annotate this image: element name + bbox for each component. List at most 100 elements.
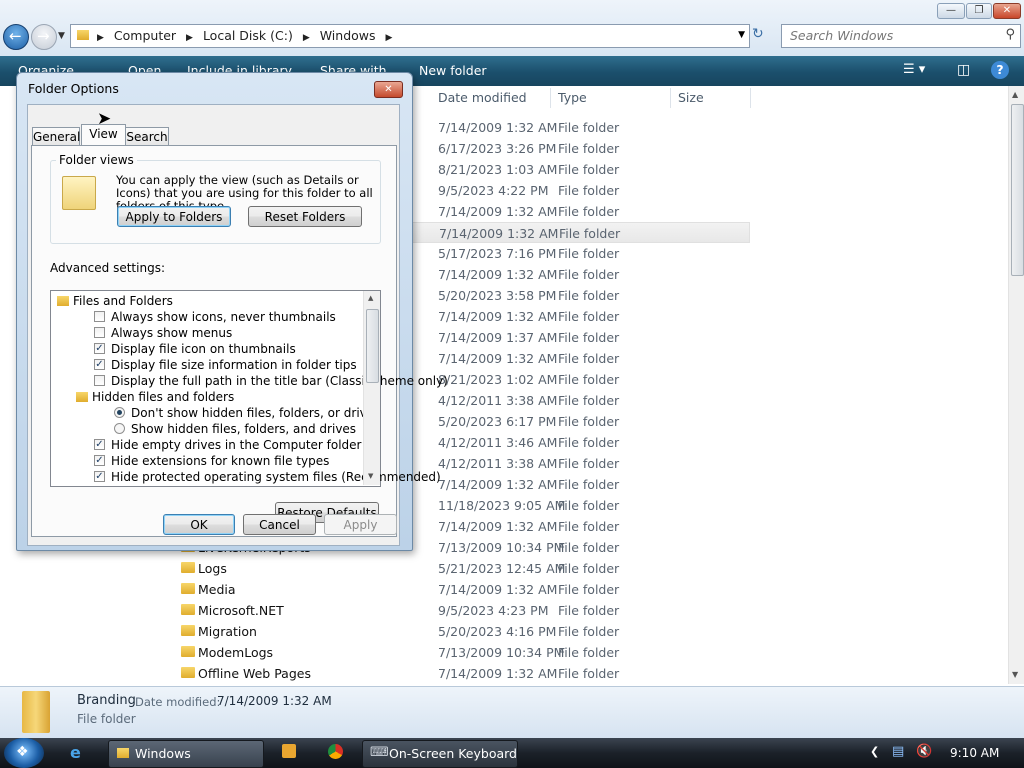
advanced-setting-item[interactable]: Show hidden files, folders, and drives — [51, 421, 363, 437]
taskbar-item-windows[interactable]: Windows — [108, 740, 264, 768]
radio-button[interactable] — [114, 423, 125, 434]
advanced-setting-item[interactable]: ✓ Hide empty drives in the Computer folde… — [51, 437, 363, 453]
advanced-setting-label: Files and Folders — [73, 294, 173, 308]
advanced-setting-item[interactable]: Always show icons, never thumbnails — [51, 309, 363, 325]
file-date: 7/14/2009 1:32 AM — [438, 309, 558, 324]
media-player-icon[interactable] — [282, 744, 296, 758]
file-type: File folder — [558, 351, 620, 366]
scroll-thumb[interactable] — [366, 309, 379, 383]
file-type: File folder — [558, 456, 620, 471]
apply-to-folders-button[interactable]: Apply to Folders — [117, 206, 231, 227]
scroll-up-icon[interactable]: ▲ — [368, 294, 373, 302]
column-date-modified[interactable]: Date modified — [438, 90, 527, 105]
start-button[interactable]: ❖ — [4, 738, 44, 768]
views-icon[interactable]: ☰ ▾ — [903, 62, 925, 77]
address-dropdown-icon[interactable]: ▼ — [738, 30, 745, 40]
recent-pages-dropdown-icon[interactable]: ▼ — [58, 31, 65, 41]
breadcrumb-windows[interactable]: Windows — [320, 28, 376, 43]
file-row[interactable]: Microsoft.NET 9/5/2023 4:23 PM File folder — [170, 600, 750, 621]
refresh-icon[interactable]: ↻ — [752, 26, 764, 42]
file-date: 5/17/2023 7:16 PM — [438, 246, 557, 261]
volume-muted-icon[interactable]: 🔇 — [916, 744, 932, 759]
file-row[interactable]: Media 7/14/2009 1:32 AM File folder — [170, 579, 750, 600]
close-window-button[interactable]: ✕ — [993, 3, 1021, 19]
file-row[interactable]: Offline Web Pages 7/14/2009 1:32 AM File f… — [170, 663, 750, 684]
file-date: 5/20/2023 3:58 PM — [438, 288, 557, 303]
advanced-setting-label: Display the full path in the title bar (… — [111, 374, 448, 388]
new-folder-button[interactable]: New folder — [419, 63, 487, 78]
checkbox[interactable] — [94, 311, 105, 322]
tab-search[interactable]: Search — [125, 127, 169, 146]
forward-button[interactable]: → — [31, 24, 57, 50]
file-date: 7/13/2009 10:34 PM — [438, 645, 565, 660]
network-icon[interactable]: ▤ — [892, 744, 904, 759]
advanced-setting-item[interactable]: Always show menus — [51, 325, 363, 341]
vertical-scrollbar[interactable]: ▲ ▼ — [1008, 86, 1024, 684]
ok-button[interactable]: OK — [163, 514, 235, 535]
scroll-up-icon[interactable]: ▲ — [1012, 90, 1018, 99]
chrome-icon[interactable] — [328, 744, 343, 759]
reset-folders-button[interactable]: Reset Folders — [248, 206, 362, 227]
advanced-setting-item[interactable]: ✓ Hide extensions for known file types — [51, 453, 363, 469]
file-name: Microsoft.NET — [198, 603, 284, 618]
column-divider[interactable] — [550, 88, 551, 108]
checkbox[interactable]: ✓ — [94, 471, 105, 482]
scroll-thumb[interactable] — [1011, 104, 1024, 276]
checkbox[interactable] — [94, 375, 105, 386]
show-hidden-icons-icon[interactable]: ❮ — [870, 745, 879, 758]
advanced-setting-item[interactable]: ✓ Hide protected operating system files (… — [51, 469, 441, 485]
file-date: 5/21/2023 12:45 AM — [438, 561, 566, 576]
advanced-scrollbar[interactable]: ▲ ▼ — [363, 291, 380, 485]
checkbox[interactable] — [94, 327, 105, 338]
file-type: File folder — [558, 162, 620, 177]
radio-button[interactable] — [114, 407, 125, 418]
preview-pane-icon[interactable]: ◫ — [957, 62, 970, 78]
search-icon[interactable]: ⚲ — [1005, 27, 1015, 42]
file-type: File folder — [558, 561, 620, 576]
advanced-setting-item[interactable]: Display the full path in the title bar (… — [51, 373, 448, 389]
address-bar[interactable]: ▶ Computer ▶ Local Disk (C:) ▶ Windows ▶… — [70, 24, 750, 48]
column-divider[interactable] — [750, 88, 751, 108]
advanced-setting-item[interactable]: ✓ Display file icon on thumbnails — [51, 341, 363, 357]
advanced-setting-item[interactable]: Don't show hidden files, folders, or dri… — [51, 405, 380, 421]
file-type: File folder — [558, 477, 620, 492]
back-button[interactable]: ← — [3, 24, 29, 50]
advanced-settings-list[interactable]: Files and Folders Always show icons, neve… — [50, 290, 448, 487]
cancel-button[interactable]: Cancel — [243, 514, 316, 535]
checkbox[interactable]: ✓ — [94, 359, 105, 370]
scroll-down-icon[interactable]: ▼ — [368, 472, 373, 480]
file-date: 7/14/2009 1:32 AM — [438, 519, 558, 534]
taskbar-item-on-screen-keyboard[interactable]: ⌨ On-Screen Keyboard — [362, 740, 518, 768]
file-date: 7/14/2009 1:32 AM — [438, 120, 558, 135]
file-name: ModemLogs — [198, 645, 274, 660]
dialog-close-button[interactable]: ✕ — [374, 81, 403, 98]
internet-explorer-icon[interactable]: e — [70, 743, 81, 762]
checkbox[interactable]: ✓ — [94, 455, 105, 466]
checkbox[interactable]: ✓ — [94, 343, 105, 354]
breadcrumb-local-disk[interactable]: Local Disk (C:) — [203, 28, 293, 43]
column-divider[interactable] — [670, 88, 671, 108]
minimize-button[interactable]: — — [937, 3, 965, 19]
scroll-down-icon[interactable]: ▼ — [1012, 670, 1018, 679]
breadcrumb-computer[interactable]: Computer — [114, 28, 176, 43]
file-row[interactable]: ModemLogs 7/13/2009 10:34 PM File folder — [170, 642, 750, 663]
file-date: 7/14/2009 1:32 AM — [438, 204, 558, 219]
tab-general[interactable]: General — [32, 127, 80, 146]
maximize-button[interactable]: ❐ — [966, 3, 992, 19]
taskbar-item-windows-label: Windows — [135, 746, 191, 761]
file-row[interactable]: Logs 5/21/2023 12:45 AM File folder — [170, 558, 750, 579]
search-input[interactable]: Search Windows — [790, 28, 893, 43]
checkbox[interactable]: ✓ — [94, 439, 105, 450]
advanced-setting-item[interactable]: ✓ Display file size information in folder… — [51, 357, 363, 373]
help-icon[interactable]: ? — [991, 61, 1009, 79]
file-type: File folder — [558, 582, 620, 597]
advanced-setting-item: Files and Folders — [51, 293, 363, 309]
search-box[interactable]: Search Windows ⚲ — [781, 24, 1021, 48]
column-size[interactable]: Size — [678, 90, 704, 105]
file-row[interactable]: Migration 5/20/2023 4:16 PM File folder — [170, 621, 750, 642]
clock[interactable]: 9:10 AM — [950, 746, 999, 760]
file-date: 5/20/2023 4:16 PM — [438, 624, 557, 639]
folder-icon — [181, 625, 195, 636]
column-type[interactable]: Type — [558, 90, 587, 105]
file-date: 4/12/2011 3:38 AM — [438, 456, 558, 471]
